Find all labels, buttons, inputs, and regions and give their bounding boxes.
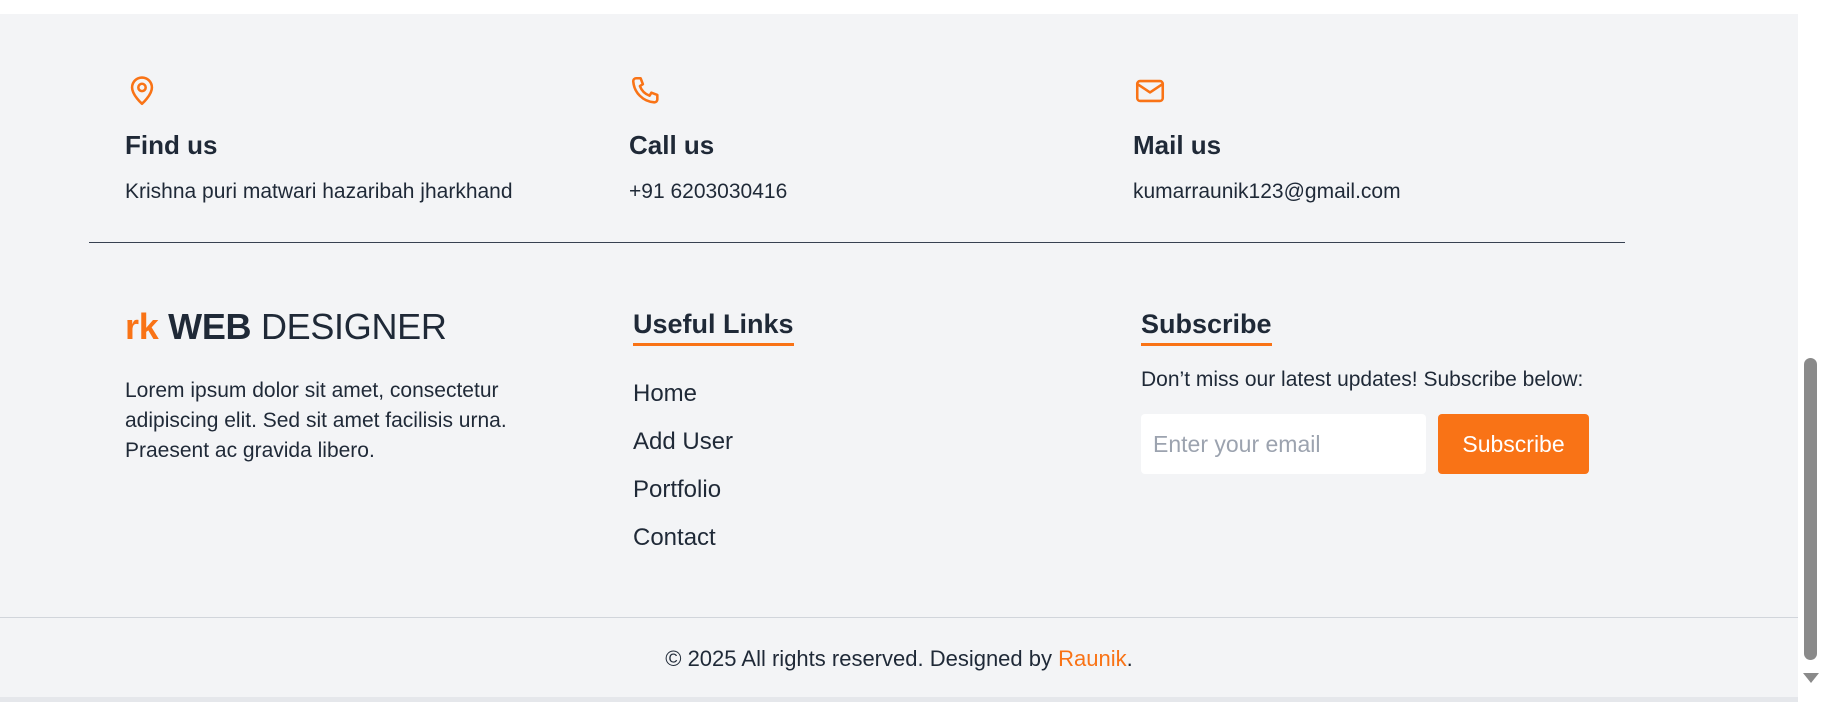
contact-title: Find us [125,130,218,160]
page-top-edge [0,0,1798,14]
subscribe-button[interactable]: Subscribe [1438,414,1589,474]
link-item: Contact [633,524,733,572]
contact-title: Call us [629,130,715,160]
scrollbar-thumb[interactable] [1804,358,1817,660]
copyright-end: . [1126,646,1133,671]
brand-logo[interactable]: rk WEB DESIGNER [125,306,447,348]
footer-divider [89,242,1625,243]
link-item: Portfolio [633,476,733,524]
contact-phone: +91 6203030416 [629,180,788,203]
logo-prefix: rk [125,306,159,347]
site-footer: Find us Krishna puri matwari hazaribah j… [0,14,1798,702]
window-bottom-edge [0,697,1798,702]
email-input[interactable] [1141,414,1426,474]
link-item: Home [633,380,733,428]
map-pin-icon [130,76,154,106]
useful-links-list: Home Add User Portfolio Contact [633,380,733,572]
about-text: Lorem ipsum dolor sit amet, consectetur … [125,379,507,462]
link-portfolio[interactable]: Portfolio [633,476,721,503]
link-item: Add User [633,428,733,476]
copyright: © 2025 All rights reserved. Designed by … [0,646,1798,672]
contact-mail-us: Mail us kumarraunik123@gmail.com [1133,74,1401,203]
vertical-scrollbar[interactable] [1798,0,1824,702]
link-home[interactable]: Home [633,380,697,407]
useful-links-title: Useful Links [633,309,794,346]
link-add-user[interactable]: Add User [633,428,733,455]
copyright-divider [0,617,1798,618]
contact-call-us: Call us +91 6203030416 [629,74,787,203]
contact-title: Mail us [1133,130,1222,160]
logo-bold: WEB [168,306,252,347]
contact-email[interactable]: kumarraunik123@gmail.com [1133,180,1401,204]
subscribe-text: Don’t miss our latest updates! Subscribe… [1141,368,1584,391]
scroll-down-arrow-icon[interactable] [1803,673,1819,683]
contact-find-us: Find us Krishna puri matwari hazaribah j… [125,74,513,203]
logo-light: DESIGNER [260,306,447,347]
link-contact[interactable]: Contact [633,524,716,551]
copyright-text: © 2025 All rights reserved. Designed by [665,646,1059,671]
contact-address: Krishna puri matwari hazaribah jharkhand [125,180,513,203]
phone-icon [631,76,659,104]
mail-icon [1135,79,1165,103]
subscribe-title: Subscribe [1141,309,1272,346]
author-link[interactable]: Raunik [1058,646,1126,671]
